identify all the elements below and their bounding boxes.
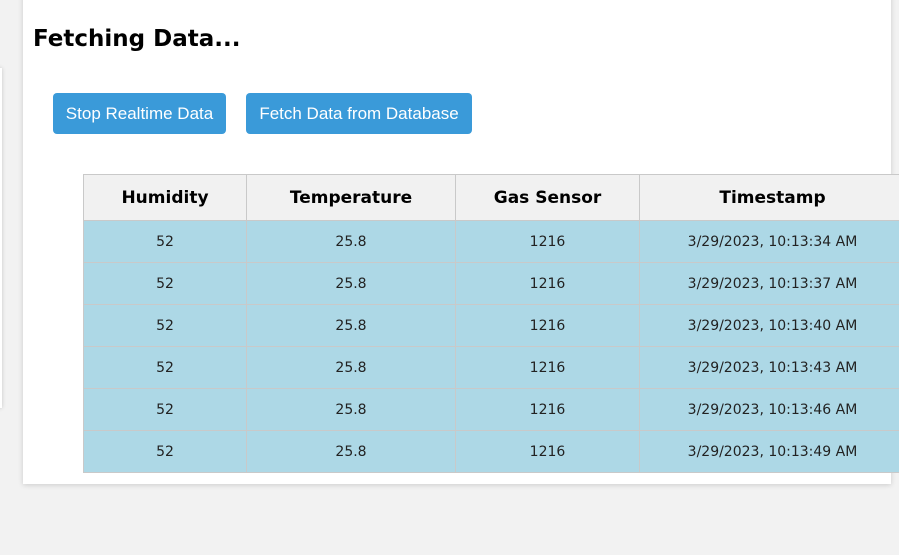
cell-timestamp: 3/29/2023, 10:13:34 AM (639, 220, 899, 263)
status-title: Fetching Data... (33, 26, 241, 52)
cell-humidity: 52 (83, 430, 247, 473)
table-row: 52 25.8 1216 3/29/2023, 10:13:43 AM (83, 346, 899, 389)
table-row: 52 25.8 1216 3/29/2023, 10:13:49 AM (83, 430, 899, 473)
cell-timestamp: 3/29/2023, 10:13:46 AM (639, 388, 899, 431)
cell-temperature: 25.8 (246, 304, 456, 347)
cell-temperature: 25.8 (246, 262, 456, 305)
header-gas-sensor: Gas Sensor (455, 174, 640, 221)
header-temperature: Temperature (246, 174, 456, 221)
table-row: 52 25.8 1216 3/29/2023, 10:13:37 AM (83, 262, 899, 305)
table-row: 52 25.8 1216 3/29/2023, 10:13:46 AM (83, 388, 899, 431)
cell-gas-sensor: 1216 (455, 346, 640, 389)
cell-timestamp: 3/29/2023, 10:13:40 AM (639, 304, 899, 347)
cell-temperature: 25.8 (246, 346, 456, 389)
cell-gas-sensor: 1216 (455, 220, 640, 263)
fetch-database-button[interactable]: Fetch Data from Database (246, 93, 472, 134)
cell-gas-sensor: 1216 (455, 388, 640, 431)
header-timestamp: Timestamp (639, 174, 899, 221)
cell-timestamp: 3/29/2023, 10:13:43 AM (639, 346, 899, 389)
sensor-data-table: Humidity Temperature Gas Sensor Timestam… (83, 174, 899, 473)
cell-gas-sensor: 1216 (455, 304, 640, 347)
header-humidity: Humidity (83, 174, 247, 221)
cell-gas-sensor: 1216 (455, 430, 640, 473)
side-panel-edge (0, 68, 2, 408)
cell-humidity: 52 (83, 346, 247, 389)
cell-timestamp: 3/29/2023, 10:13:49 AM (639, 430, 899, 473)
cell-humidity: 52 (83, 304, 247, 347)
cell-humidity: 52 (83, 388, 247, 431)
table-row: 52 25.8 1216 3/29/2023, 10:13:40 AM (83, 304, 899, 347)
table-row: 52 25.8 1216 3/29/2023, 10:13:34 AM (83, 220, 899, 263)
table-container: Humidity Temperature Gas Sensor Timestam… (83, 174, 899, 474)
cell-temperature: 25.8 (246, 388, 456, 431)
cell-humidity: 52 (83, 262, 247, 305)
cell-temperature: 25.8 (246, 430, 456, 473)
stop-realtime-button[interactable]: Stop Realtime Data (53, 93, 226, 134)
cell-timestamp: 3/29/2023, 10:13:37 AM (639, 262, 899, 305)
cell-humidity: 52 (83, 220, 247, 263)
cell-temperature: 25.8 (246, 220, 456, 263)
cell-gas-sensor: 1216 (455, 262, 640, 305)
table-header-row: Humidity Temperature Gas Sensor Timestam… (83, 174, 899, 221)
